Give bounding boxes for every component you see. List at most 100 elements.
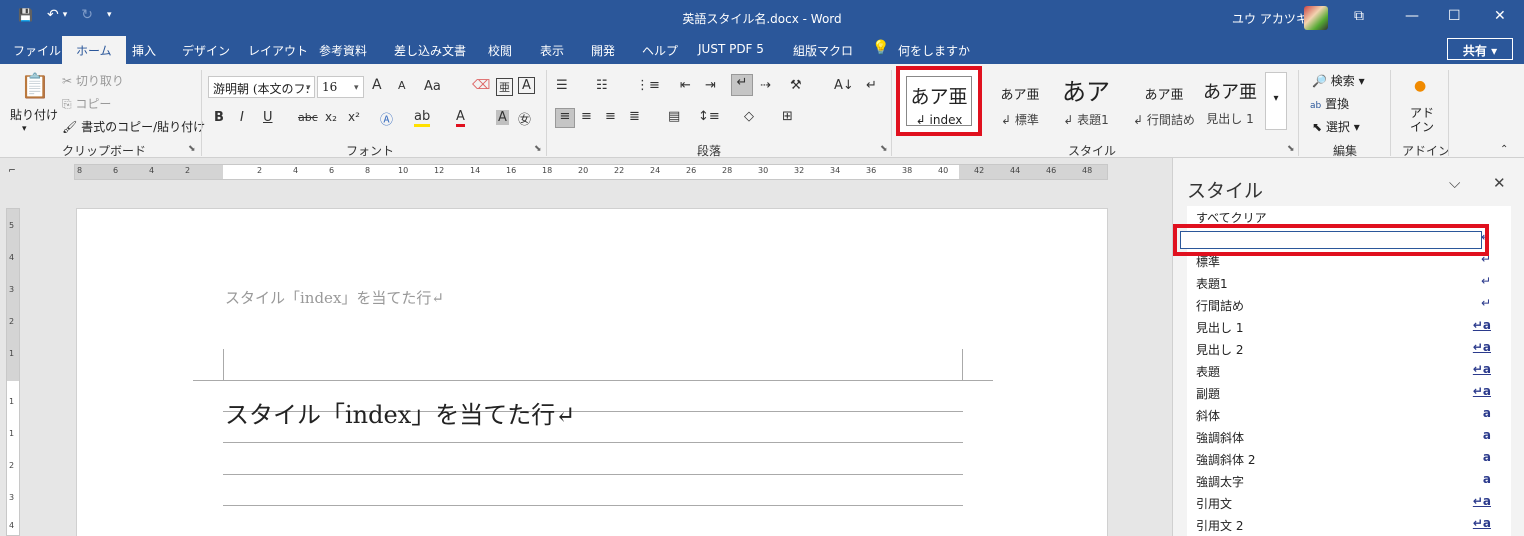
clipboard-launcher-icon[interactable]: ⬊: [188, 144, 196, 154]
bullets-icon[interactable]: ☰: [556, 78, 568, 93]
replace-button[interactable]: ab 置換: [1310, 95, 1349, 112]
character-shading-icon[interactable]: A: [496, 110, 509, 125]
font-color-icon[interactable]: A: [456, 109, 465, 127]
line-spacing-icon[interactable]: ↕≡: [698, 109, 720, 124]
tab-home[interactable]: ホーム: [62, 36, 126, 64]
line-direction-icon[interactable]: ↵: [731, 74, 753, 96]
sort-icon[interactable]: A↓: [834, 78, 854, 93]
gallery-item-title1[interactable]: あア ↲ 表題1: [1050, 70, 1122, 132]
numbering-icon[interactable]: ☷: [596, 78, 608, 93]
font-size-dropdown-icon[interactable]: ▾: [354, 83, 359, 93]
style-item-italic[interactable]: 斜体 a: [1187, 404, 1499, 426]
enclose-characters-icon[interactable]: ㊛: [518, 109, 531, 128]
gallery-item-standard[interactable]: あア亜 ↲ 標準: [984, 70, 1056, 132]
style-item-emphasis-italic[interactable]: 強調斜体 a: [1187, 426, 1499, 448]
select-button[interactable]: ⬉ 選択 ▾: [1312, 118, 1360, 135]
share-button[interactable]: 共有 ▾: [1447, 38, 1513, 60]
format-painter-button[interactable]: 🖌 書式のコピー/貼り付け: [62, 118, 205, 135]
tab-help[interactable]: ヘルプ: [642, 42, 678, 59]
document-heading[interactable]: スタイル「index」を当てた行↵: [225, 395, 575, 430]
paste-dropdown-icon[interactable]: ▾: [22, 124, 27, 134]
phonetic-guide-icon[interactable]: 亜: [496, 78, 513, 96]
underline-button[interactable]: U: [263, 110, 273, 125]
font-launcher-icon[interactable]: ⬊: [534, 144, 542, 154]
tab-insert[interactable]: 挿入: [132, 42, 156, 59]
highlight-icon[interactable]: ab: [414, 109, 431, 127]
subscript-button[interactable]: x₂: [325, 110, 337, 124]
styles-launcher-icon[interactable]: ⬊: [1287, 144, 1295, 154]
paste-icon[interactable]: 📋: [20, 72, 50, 100]
style-item-heading1[interactable]: 見出し 1 ↵a: [1187, 316, 1499, 338]
tab-file[interactable]: ファイル: [13, 42, 61, 59]
tab-references[interactable]: 参考資料: [319, 42, 367, 59]
style-item-emphasis-italic-2[interactable]: 強調斜体 2 a: [1187, 448, 1499, 470]
borders-icon[interactable]: ⊞: [782, 109, 793, 124]
style-item-strong[interactable]: 強調太字 a: [1187, 470, 1499, 492]
bold-button[interactable]: B: [214, 110, 224, 125]
tab-design[interactable]: デザイン: [182, 42, 230, 59]
increase-indent-icon[interactable]: ⇥: [705, 78, 716, 93]
change-case-button[interactable]: Aa: [424, 79, 441, 94]
text-effects-icon[interactable]: Ⓐ: [380, 109, 393, 128]
grow-font-button[interactable]: A: [372, 77, 382, 93]
pane-options-icon[interactable]: ⌵: [1449, 174, 1460, 192]
gallery-more-button[interactable]: ▾: [1265, 72, 1287, 130]
horizontal-ruler[interactable]: 8 6 4 2 2 4 6 8 10 12 14 16 18 20 22 24 …: [74, 164, 1108, 180]
document-line-header[interactable]: スタイル「index」を当てた行↵: [225, 287, 444, 308]
tab-view[interactable]: 表示: [540, 42, 564, 59]
document-page[interactable]: スタイル「index」を当てた行↵ スタイル「index」を当てた行↵: [76, 208, 1108, 536]
style-item-no-spacing[interactable]: 行間詰め ↵: [1187, 294, 1499, 316]
tab-macro[interactable]: 組版マクロ: [793, 42, 853, 59]
shrink-font-button[interactable]: A: [398, 79, 406, 92]
pane-close-icon[interactable]: ✕: [1493, 174, 1506, 192]
distributed-icon[interactable]: ▤: [668, 109, 680, 124]
tab-justpdf[interactable]: JUST PDF 5: [698, 42, 764, 56]
vertical-ruler[interactable]: 5 4 3 2 1 1 1 2 3 4: [6, 208, 20, 536]
strikethrough-button[interactable]: abc: [298, 111, 318, 124]
align-center-icon[interactable]: ≡: [581, 109, 592, 124]
cut-button[interactable]: ✂ 切り取り: [62, 72, 124, 89]
character-border-icon[interactable]: A: [518, 77, 535, 94]
font-name-dropdown-icon[interactable]: ▾: [306, 83, 311, 93]
show-marks-icon[interactable]: ↵: [866, 78, 877, 93]
style-item-quote-2[interactable]: 引用文 2 ↵a: [1187, 514, 1499, 536]
shading-icon[interactable]: ◇: [744, 109, 754, 124]
paragraph-launcher-icon[interactable]: ⬊: [880, 144, 888, 154]
paste-button[interactable]: 貼り付け: [10, 106, 58, 123]
style-item-quote[interactable]: 引用文 ↵a: [1187, 492, 1499, 514]
tab-layout[interactable]: レイアウト: [248, 42, 308, 59]
user-name[interactable]: ユウ アカツキ: [1232, 10, 1308, 27]
clear-formatting-icon[interactable]: ⌫: [472, 78, 490, 93]
asian-layout-icon[interactable]: ⇢: [760, 78, 771, 93]
lightbulb-icon[interactable]: 💡: [872, 40, 889, 56]
ribbon-display-options-icon[interactable]: ⧉: [1354, 8, 1364, 24]
style-item-heading2[interactable]: 見出し 2 ↵a: [1187, 338, 1499, 360]
decrease-indent-icon[interactable]: ⇤: [680, 78, 691, 93]
tell-me-search[interactable]: 何をしますか: [898, 42, 970, 59]
tab-developer[interactable]: 開発: [591, 42, 615, 59]
italic-button[interactable]: I: [240, 110, 244, 125]
avatar[interactable]: [1304, 6, 1328, 30]
gallery-item-heading1[interactable]: あア亜 見出し 1: [1194, 70, 1266, 132]
copy-button[interactable]: ⎘ コピー: [62, 95, 111, 112]
close-icon[interactable]: ✕: [1494, 8, 1506, 24]
find-button[interactable]: 🔎 検索 ▾: [1312, 72, 1365, 89]
align-right-icon[interactable]: ≡: [605, 109, 616, 124]
tab-review[interactable]: 校閲: [488, 42, 512, 59]
maximize-icon[interactable]: ☐: [1448, 8, 1461, 24]
tab-mailings[interactable]: 差し込み文書: [394, 42, 466, 59]
addin-button[interactable]: アド イン: [1410, 106, 1434, 134]
style-item-subtitle[interactable]: 副題 ↵a: [1187, 382, 1499, 404]
align-left-icon[interactable]: ≡: [555, 108, 575, 128]
collapse-ribbon-icon[interactable]: ⌃: [1500, 144, 1508, 155]
minimize-icon[interactable]: —: [1405, 8, 1419, 24]
addin-icon[interactable]: ●: [1414, 78, 1426, 94]
superscript-button[interactable]: x²: [348, 110, 360, 124]
style-item-title[interactable]: 表題 ↵a: [1187, 360, 1499, 382]
multilevel-list-icon[interactable]: ⋮≡: [636, 78, 660, 93]
sort-text-icon[interactable]: ⚒: [790, 78, 802, 93]
font-name-select[interactable]: 游明朝 (本文のフ:: [208, 76, 315, 98]
justify-icon[interactable]: ≣: [629, 109, 640, 124]
gallery-item-index[interactable]: あア亜 ↲ index: [896, 66, 982, 136]
tab-selector-icon[interactable]: ⌐: [6, 166, 18, 178]
